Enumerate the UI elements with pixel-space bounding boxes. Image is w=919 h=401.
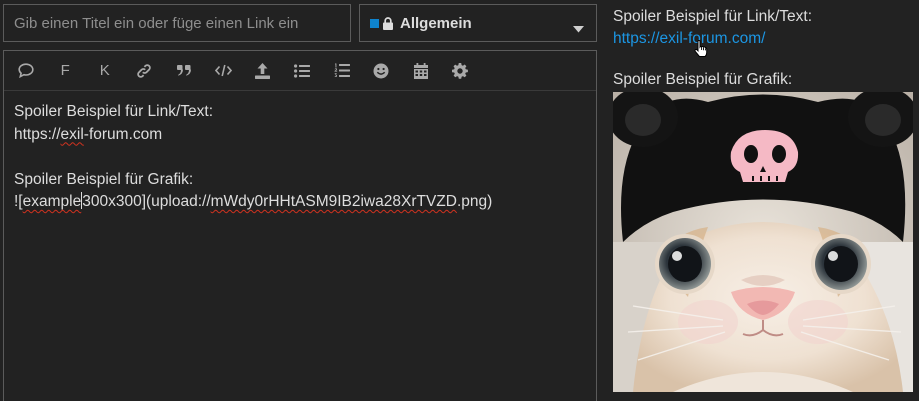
editor-line: 300x300](upload:// (82, 193, 211, 210)
editor-line: Spoiler Beispiel für Link/Text: (14, 103, 214, 120)
caret-down-icon (573, 20, 584, 38)
title-input[interactable] (3, 4, 351, 42)
blockquote-icon[interactable] (164, 51, 204, 91)
lock-icon (383, 16, 395, 30)
editor-line: https:// (14, 125, 61, 143)
preview-heading-graphic: Spoiler Beispiel für Grafik: (613, 71, 793, 88)
code-icon[interactable] (204, 51, 244, 91)
category-color-square-icon (370, 18, 379, 28)
editor-line: Spoiler Beispiel für Grafik: (14, 170, 194, 188)
editor-line: -forum.com (83, 125, 163, 143)
hand-cursor-icon (694, 40, 708, 62)
bold-label: F (60, 62, 70, 79)
cat-in-black-hat-photo (613, 92, 913, 392)
calendar-icon[interactable] (401, 51, 441, 91)
editor: F K Spoiler Beispiel für Link/Text: http… (3, 50, 597, 401)
bold-button[interactable]: F (46, 51, 86, 91)
spellcheck-word: exil (60, 125, 84, 143)
gear-icon[interactable] (441, 51, 481, 91)
preview-heading-link: Spoiler Beispiel für Link/Text: (613, 8, 813, 25)
italic-label: K (99, 62, 110, 79)
italic-button[interactable]: K (85, 51, 125, 91)
preview-link[interactable]: https://exil-forum.com/ (613, 30, 765, 48)
preview-image[interactable] (613, 92, 913, 392)
numbered-list-icon[interactable] (322, 51, 362, 91)
upload-icon[interactable] (243, 51, 283, 91)
editor-line: .png) (456, 193, 493, 210)
category-label: Allgemein (400, 14, 472, 32)
link-icon[interactable] (125, 51, 165, 91)
category-select[interactable]: Allgemein (359, 4, 597, 42)
quote-icon[interactable] (6, 51, 46, 91)
editor-toolbar: F K (4, 51, 596, 91)
editor-textarea[interactable]: Spoiler Beispiel für Link/Text: https://… (4, 91, 596, 224)
spellcheck-word: example (22, 193, 82, 210)
bullet-list-icon[interactable] (283, 51, 323, 91)
emoji-icon[interactable] (362, 51, 402, 91)
editor-line: ![ (14, 193, 23, 210)
spellcheck-word: mWdy0rHHtASM9IB2iwa28XrTVZD (210, 193, 457, 210)
